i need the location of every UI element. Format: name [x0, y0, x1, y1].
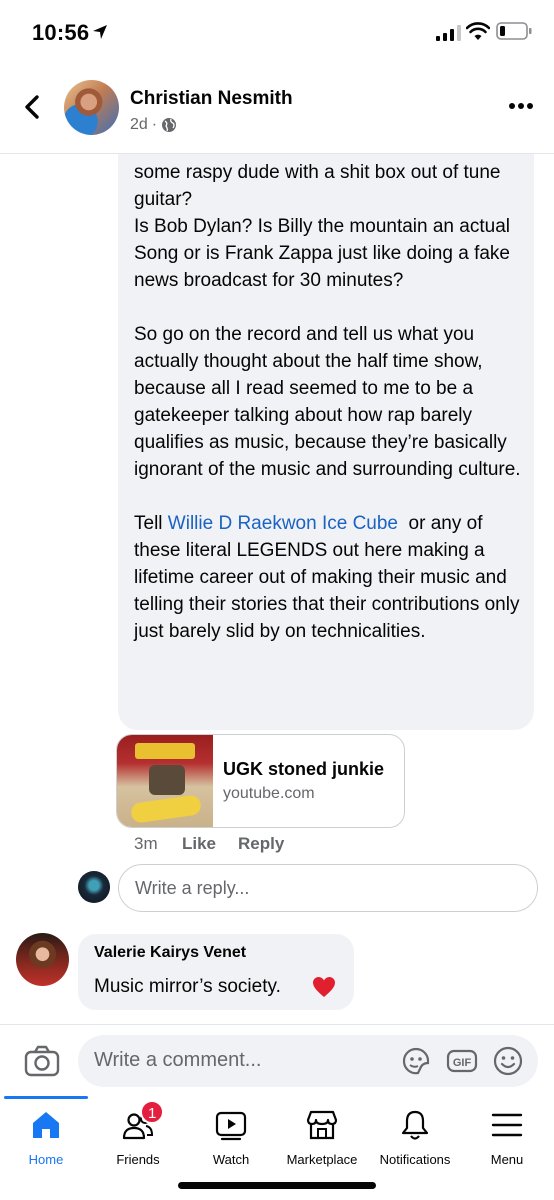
marketplace-icon — [306, 1110, 338, 1140]
post-author-name[interactable]: Christian Nesmith — [130, 88, 293, 110]
author-avatar[interactable] — [64, 80, 119, 135]
comment-input-placeholder: Write a comment... — [94, 1049, 262, 1071]
tab-friends-label: Friends — [116, 1152, 160, 1167]
more-options-icon[interactable] — [508, 102, 534, 110]
tell-prefix: Tell — [134, 513, 168, 534]
emoji-icon[interactable] — [492, 1045, 524, 1077]
tab-friends[interactable]: 1 Friends — [88, 1100, 188, 1167]
back-chevron-icon[interactable] — [20, 94, 44, 120]
reply-comment-text: Music mirror’s society. — [94, 976, 281, 997]
location-arrow-icon — [93, 25, 107, 39]
comment-body: some raspy dude with a shit box out of t… — [134, 159, 526, 645]
meta-separator: · — [151, 116, 158, 133]
post-meta: 2d · — [130, 116, 177, 134]
link-title: UGK stoned junkie — [223, 759, 385, 779]
thumbnail-logo — [129, 794, 203, 824]
commenter-name[interactable]: Valerie Kairys Venet — [94, 944, 246, 962]
tab-watch-label: Watch — [212, 1152, 250, 1167]
like-button[interactable]: Like — [182, 834, 216, 854]
tab-notifications-label: Notifications — [379, 1152, 451, 1167]
comment-paragraph-2: So go on the record and tell us what you… — [134, 324, 521, 480]
camera-icon[interactable] — [24, 1045, 60, 1077]
current-user-avatar — [78, 871, 110, 903]
post-header: Christian Nesmith 2d · — [0, 66, 554, 154]
tab-marketplace[interactable]: Marketplace — [272, 1108, 372, 1167]
home-indicator[interactable] — [178, 1182, 376, 1189]
status-bar: 10:56 — [0, 0, 554, 66]
comment-input[interactable]: Write a comment... GIF — [78, 1035, 538, 1087]
tab-home-label: Home — [28, 1152, 64, 1167]
link-preview-card[interactable]: UGK stoned junkie youtube.com — [116, 734, 405, 828]
thumbnail-figure — [149, 765, 185, 795]
tab-menu-label: Menu — [490, 1152, 524, 1167]
thumbnail-banner — [135, 743, 195, 759]
composer-icons: GIF — [400, 1045, 524, 1077]
globe-icon — [162, 118, 177, 132]
sticker-icon[interactable] — [400, 1045, 432, 1077]
link-source: youtube.com — [223, 785, 315, 802]
cell-signal-icon — [436, 25, 461, 41]
commenter-avatar[interactable] — [16, 933, 69, 986]
active-tab-indicator — [4, 1096, 88, 1099]
comment-composer: Write a comment... GIF — [0, 1024, 554, 1096]
clock: 10:56 — [32, 20, 90, 45]
home-icon — [33, 1112, 59, 1138]
tab-menu[interactable]: Menu — [457, 1108, 554, 1167]
tab-marketplace-label: Marketplace — [286, 1152, 358, 1167]
reply-button[interactable]: Reply — [238, 834, 284, 854]
heart-emoji-icon — [313, 977, 335, 997]
gif-label: GIF — [453, 1057, 472, 1069]
comment-paragraph-3: Tell Willie D Raekwon Ice Cube or any of… — [134, 510, 526, 645]
battery-icon — [496, 22, 532, 40]
comment-time: 3m — [134, 834, 158, 853]
menu-icon — [491, 1113, 523, 1137]
wifi-icon — [466, 22, 490, 40]
gif-icon[interactable]: GIF — [446, 1045, 478, 1077]
mention-links[interactable]: Willie D Raekwon Ice Cube — [168, 513, 398, 534]
post-age: 2d — [130, 116, 148, 133]
album-thumbnail — [117, 735, 213, 827]
tab-home[interactable]: Home — [0, 1108, 96, 1167]
reply-input[interactable]: Write a reply... — [118, 864, 538, 912]
tab-notifications[interactable]: Notifications — [365, 1108, 465, 1167]
watch-icon — [215, 1111, 247, 1141]
comment-paragraph-1: some raspy dude with a shit box out of t… — [134, 162, 510, 291]
bell-icon — [401, 1110, 429, 1140]
friends-badge: 1 — [140, 1100, 165, 1124]
tab-watch[interactable]: Watch — [181, 1108, 281, 1167]
